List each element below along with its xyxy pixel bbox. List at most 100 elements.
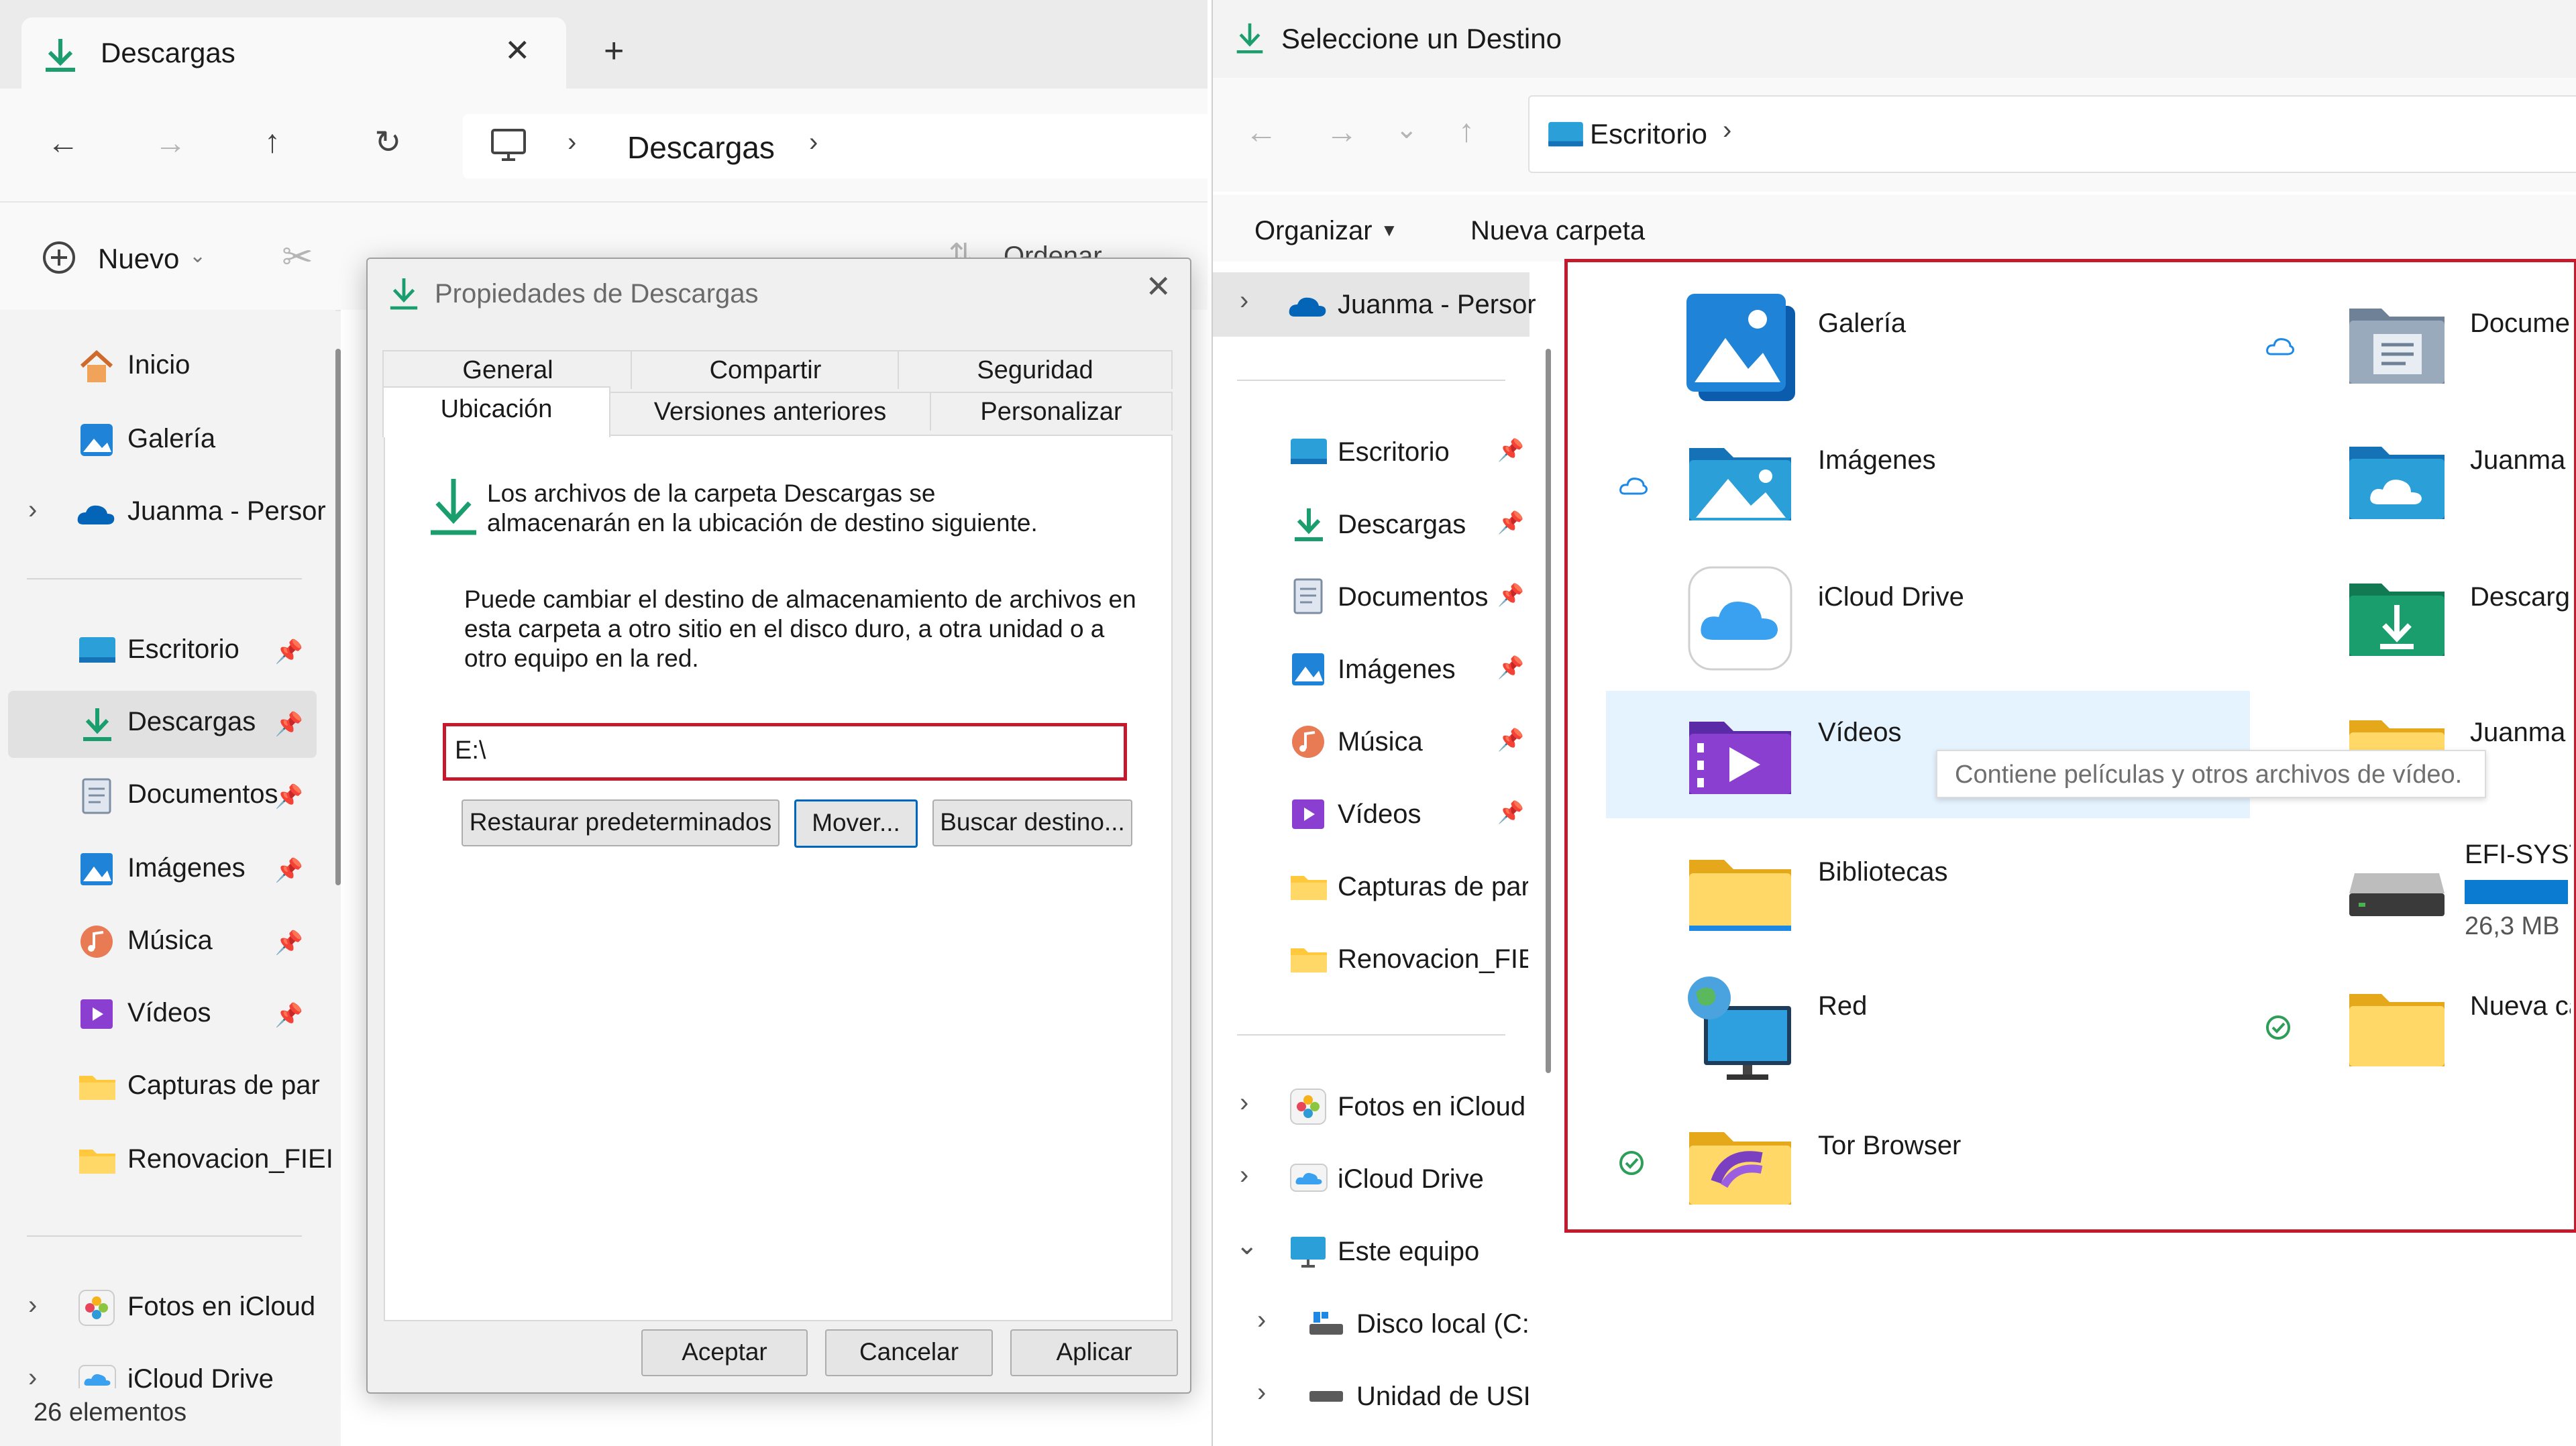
sidebar-item-videos[interactable]: Vídeos 📌 [8,982,317,1049]
restore-defaults-button[interactable]: Restaurar predeterminados [462,799,780,846]
cancel-button[interactable]: Cancelar [825,1329,993,1376]
command-bar [1213,194,2576,262]
chevron-right-icon[interactable]: › [1723,115,1731,146]
sidebar-scrollbar[interactable] [335,349,341,885]
breadcrumb-escritorio[interactable]: Escritorio [1590,118,1707,150]
chevron-down-icon[interactable]: ⌄ [1236,1230,1258,1261]
sidebar-item-galeria[interactable]: Galería [8,408,317,475]
desktop-icon [79,637,115,663]
organize-button[interactable]: Organizar [1254,216,1373,246]
ok-button[interactable]: Aceptar [641,1329,808,1376]
navigation-pane: Inicio Galería › Juanma - Persor Escrito… [0,310,335,1388]
sidebar-item-capturas[interactable]: Capturas de par [1213,854,1528,919]
chevron-right-icon[interactable]: › [1257,1378,1266,1408]
dialog-title: Propiedades de Descargas [435,279,759,309]
folder-icon [79,1150,115,1174]
sidebar-item-documentos[interactable]: Documentos 📌 [1213,565,1528,629]
sidebar-item-onedrive[interactable]: › Juanma - Persor [8,480,326,547]
pin-icon[interactable]: 📌 [1497,582,1524,608]
tab-versiones-anteriores[interactable]: Versiones anteriores [608,392,932,431]
pin-icon[interactable]: 📌 [1497,727,1524,753]
pin-icon[interactable]: 📌 [1497,437,1524,463]
tab-compartir[interactable]: Compartir [631,350,900,389]
pin-icon[interactable]: 📌 [1497,655,1524,680]
chevron-right-icon[interactable]: › [1257,1305,1266,1335]
sidebar-item-unidad-usb[interactable]: › Unidad de USB [1213,1364,1528,1429]
location-path-input[interactable] [443,723,1127,781]
close-icon[interactable]: ✕ [1145,268,1171,304]
sidebar-item-descargas[interactable]: Descargas 📌 [8,691,317,758]
back-icon[interactable]: ← [1245,114,1277,151]
sidebar-divider [1237,1034,1505,1036]
chevron-right-icon[interactable]: › [28,1290,37,1321]
sidebar-item-capturas[interactable]: Capturas de par [8,1054,320,1121]
breadcrumb-descargas[interactable]: Descargas [627,129,775,166]
gallery-icon [80,424,113,456]
forward-icon[interactable]: → [1326,114,1358,151]
pin-icon[interactable]: 📌 [1497,510,1524,535]
computer-icon [491,129,526,161]
sidebar-item-imagenes[interactable]: Imágenes 📌 [1213,637,1528,702]
up-icon[interactable]: ↑ [1458,113,1474,150]
cut-icon[interactable]: ✂ [282,235,313,279]
tab-ubicacion[interactable]: Ubicación [382,386,610,437]
pin-icon[interactable]: 📌 [1497,799,1524,825]
chevron-down-icon: ⌄ [189,245,207,267]
chevron-right-icon[interactable]: › [1240,1088,1248,1118]
home-icon [80,349,113,382]
window-title: Seleccione un Destino [1281,23,1562,54]
sidebar-item-imagenes[interactable]: Imágenes 📌 [8,837,317,904]
pin-icon[interactable]: 📌 [275,711,303,738]
sidebar-item-icloud-drive[interactable]: › iCloud Drive [8,1348,317,1388]
move-button[interactable]: Mover... [794,799,918,848]
apply-button[interactable]: Aplicar [1010,1329,1178,1376]
refresh-icon[interactable]: ↻ [374,123,401,161]
pin-icon[interactable]: 📌 [275,638,303,665]
sidebar-divider [27,578,302,579]
properties-dialog: Propiedades de Descargas ✕ General Compa… [366,258,1191,1394]
pin-icon[interactable]: 📌 [275,857,303,884]
chevron-right-icon[interactable]: › [1240,286,1248,316]
back-icon[interactable]: ← [47,125,79,162]
chevron-right-icon[interactable]: › [1240,1160,1248,1190]
chevron-right-icon[interactable]: › [28,495,37,525]
sidebar-item-disco-local[interactable]: › Disco local (C:) [1213,1292,1528,1356]
sidebar-item-musica[interactable]: Música 📌 [1213,710,1528,774]
sidebar-item-documentos[interactable]: Documentos 📌 [8,763,317,830]
sidebar-item-musica[interactable]: Música 📌 [8,909,317,977]
tab-general[interactable]: General [382,350,633,389]
chevron-right-icon[interactable]: › [809,127,818,158]
sidebar-item-descargas[interactable]: Descargas 📌 [1213,492,1528,557]
new-folder-button[interactable]: Nueva carpeta [1470,216,1645,246]
find-target-button[interactable]: Buscar destino... [932,799,1132,846]
sidebar-item-icloud-drive[interactable]: › iCloud Drive [1213,1147,1528,1211]
forward-icon[interactable]: → [154,125,186,162]
close-tab-icon[interactable]: ✕ [504,32,531,68]
sidebar-item-fotos-icloud[interactable]: › Fotos en iCloud [8,1276,317,1343]
pin-icon[interactable]: 📌 [275,783,303,810]
sidebar-item-fotos-icloud[interactable]: › Fotos en iCloud [1213,1074,1528,1139]
new-tab-icon[interactable]: + [604,31,624,71]
recent-locations-icon[interactable]: ⌄ [1395,114,1418,145]
onedrive-icon [77,505,115,524]
sidebar-item-este-equipo[interactable]: ⌄ Este equipo [1213,1219,1528,1284]
sidebar-item-inicio[interactable]: Inicio [8,334,317,401]
chevron-right-icon[interactable]: › [28,1363,37,1388]
sidebar-item-escritorio[interactable]: Escritorio 📌 [1213,420,1528,484]
icloud-drive-icon [1290,1164,1328,1192]
tab-personalizar[interactable]: Personalizar [930,392,1173,431]
icloud-photos-icon [78,1290,115,1326]
new-button[interactable]: Nuevo [98,243,179,275]
music-icon [1292,726,1324,758]
sidebar-scrollbar[interactable] [1546,349,1551,1073]
up-icon[interactable]: ↑ [264,123,280,160]
sidebar-item-onedrive[interactable]: › Juanma - Persor [1213,272,1536,337]
pin-icon[interactable]: 📌 [275,930,303,956]
pin-icon[interactable]: 📌 [275,1002,303,1029]
sidebar-item-videos[interactable]: Vídeos 📌 [1213,782,1528,846]
sidebar-item-escritorio[interactable]: Escritorio 📌 [8,618,317,685]
description-line3: otro equipo en la red. [464,645,699,672]
tab-seguridad[interactable]: Seguridad [898,350,1173,389]
sidebar-item-renovacion[interactable]: Renovacion_FIEI [8,1128,333,1195]
sidebar-item-renovacion[interactable]: Renovacion_FIEI [1213,927,1528,991]
